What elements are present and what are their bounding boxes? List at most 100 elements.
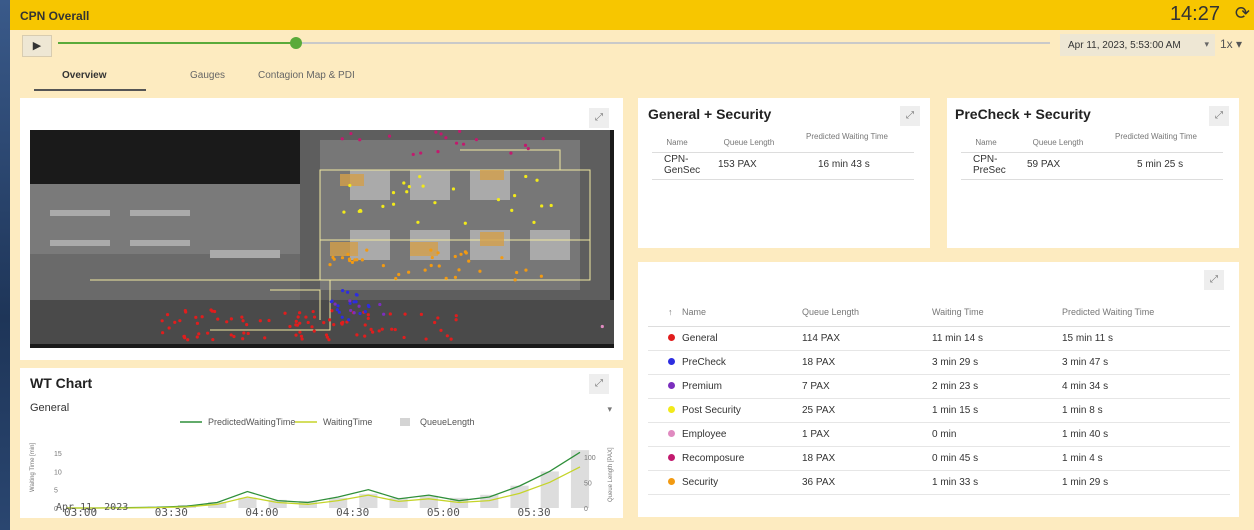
passenger-dot [453, 254, 457, 259]
x-tick-label: 04:00 [245, 506, 278, 516]
passenger-dot [294, 333, 298, 337]
expand-icon[interactable]: ⤢ [589, 374, 609, 394]
passenger-dot [360, 258, 364, 262]
row-predicted: 1 min 8 s [1062, 398, 1230, 423]
table-row[interactable]: PreCheck 18 PAX 3 min 29 s3 min 47 s [648, 350, 1230, 375]
timeline-handle[interactable] [290, 37, 303, 49]
wt-chart-card: WT Chart ⤢ General ▾ PredictedWaitingTim… [20, 368, 623, 518]
passenger-dot [300, 337, 304, 341]
passenger-dot [371, 330, 375, 334]
passenger-dot [312, 315, 317, 319]
timeline-slider[interactable] [58, 37, 1050, 49]
sync-icon[interactable]: ⟳ [1235, 3, 1250, 24]
expand-icon[interactable]: ⤢ [1209, 106, 1229, 126]
passenger-dot [348, 183, 352, 188]
passenger-dot [402, 335, 406, 340]
play-icon[interactable]: ▶ [22, 35, 52, 57]
passenger-dot [349, 131, 353, 136]
legend-label[interactable]: QueueLength [420, 417, 475, 427]
tab-contagion-map[interactable]: Contagion Map & PDI [258, 70, 355, 81]
passenger-dot [216, 317, 220, 321]
expand-icon[interactable]: ⤢ [900, 106, 920, 126]
row-queue: 153 PAX [718, 159, 757, 170]
table-header-row: ↑ Name Queue Length Waiting Time Predict… [648, 298, 1230, 327]
card-title: WT Chart [30, 375, 93, 391]
passenger-dot [365, 248, 369, 252]
sort-icon[interactable]: ↑ [648, 298, 682, 327]
passenger-dot [421, 184, 425, 188]
selected-queue: General [30, 402, 70, 414]
passenger-dot [346, 252, 350, 256]
passenger-dot [333, 302, 337, 306]
legend-label[interactable]: WaitingTime [323, 417, 372, 427]
passenger-dot [200, 315, 204, 319]
row-predicted: 4 min 34 s [1062, 374, 1230, 399]
passenger-dot [263, 336, 267, 340]
tab-overview[interactable]: Overview [62, 70, 106, 81]
row-predicted: 1 min 4 s [1062, 446, 1230, 471]
passenger-dot [541, 137, 545, 141]
passenger-dot [258, 319, 262, 323]
passenger-dot [526, 146, 530, 151]
table-row[interactable]: Employee 1 PAX 0 min 1 min 40 s [648, 422, 1230, 447]
status-dot [668, 429, 675, 437]
column-header-waiting[interactable]: Waiting Time [932, 298, 1062, 327]
row-waiting: 1 min 33 s [932, 470, 1062, 495]
row-waiting: 3 min 29 s [932, 350, 1062, 375]
passenger-dot [405, 190, 409, 194]
table-row[interactable]: Recomposure 18 PAX 0 min 45 s1 min 4 s [648, 446, 1230, 471]
expand-icon[interactable]: ⤢ [589, 108, 609, 128]
passenger-dot [402, 181, 406, 185]
passenger-dot [298, 321, 302, 325]
passenger-dot [229, 317, 233, 321]
passenger-dot [340, 315, 344, 319]
passenger-dot [229, 333, 233, 337]
row-predicted: 1 min 29 s [1062, 470, 1230, 495]
column-header-queue[interactable]: Queue Length [802, 298, 932, 327]
passenger-dot [298, 311, 302, 315]
status-dot-cell [648, 374, 682, 399]
status-dot-cell [648, 326, 682, 351]
passenger-dot [267, 318, 271, 323]
row-predicted: 3 min 47 s [1062, 350, 1230, 375]
speed-select[interactable]: 1x ▾ [1220, 37, 1242, 51]
column-header-name[interactable]: Name [682, 298, 802, 327]
queue-table-card: ⤢ ↑ Name Queue Length Waiting Time Predi… [638, 262, 1239, 517]
legend-label[interactable]: PredictedWaitingTime [208, 417, 295, 427]
passenger-dot [242, 331, 246, 335]
passenger-dot [515, 270, 519, 275]
table-row[interactable]: Premium 7 PAX 2 min 23 s4 min 34 s [648, 374, 1230, 399]
clock: 14:27 [1169, 3, 1220, 25]
passenger-dot [173, 320, 177, 324]
passenger-dot [463, 250, 468, 254]
passenger-dot [332, 323, 336, 327]
passenger-dot [381, 204, 385, 208]
row-waiting: 11 min 14 s [932, 326, 1062, 351]
passenger-dot [178, 319, 182, 323]
passenger-dot [206, 331, 210, 335]
row-name: Premium [682, 374, 802, 399]
passenger-dot [523, 143, 528, 147]
passenger-dot [340, 289, 345, 293]
app-title: CPN Overall [20, 9, 90, 23]
passenger-dot [382, 312, 386, 316]
table-row[interactable]: General 114 PAX 11 min 14 s 15 min 11 s [648, 326, 1230, 351]
datetime-select[interactable]: Apr 11, 2023, 5:53:00 AM ▾ [1060, 34, 1215, 56]
passenger-dot [378, 302, 382, 307]
passenger-dot [363, 323, 367, 327]
timeline-progress [58, 42, 297, 44]
table-row[interactable]: Security 36 PAX 1 min 33 s1 min 29 s [648, 470, 1230, 495]
passenger-dot [436, 251, 440, 255]
row-waiting: 1 min 15 s [932, 398, 1062, 423]
column-header-predicted[interactable]: Predicted Waiting Time [1062, 298, 1230, 327]
status-dot-cell [648, 422, 682, 447]
tab-gauges[interactable]: Gauges [190, 70, 225, 81]
passenger-dot [245, 323, 249, 327]
status-dot-cell [648, 446, 682, 471]
expand-icon[interactable]: ⤢ [1204, 270, 1224, 290]
passenger-dot [283, 311, 287, 315]
status-dot-cell [648, 470, 682, 495]
table-row[interactable]: Post Security 25 PAX 1 min 15 s1 min 8 s [648, 398, 1230, 423]
passenger-dot [182, 334, 186, 339]
passenger-dot [304, 315, 308, 319]
